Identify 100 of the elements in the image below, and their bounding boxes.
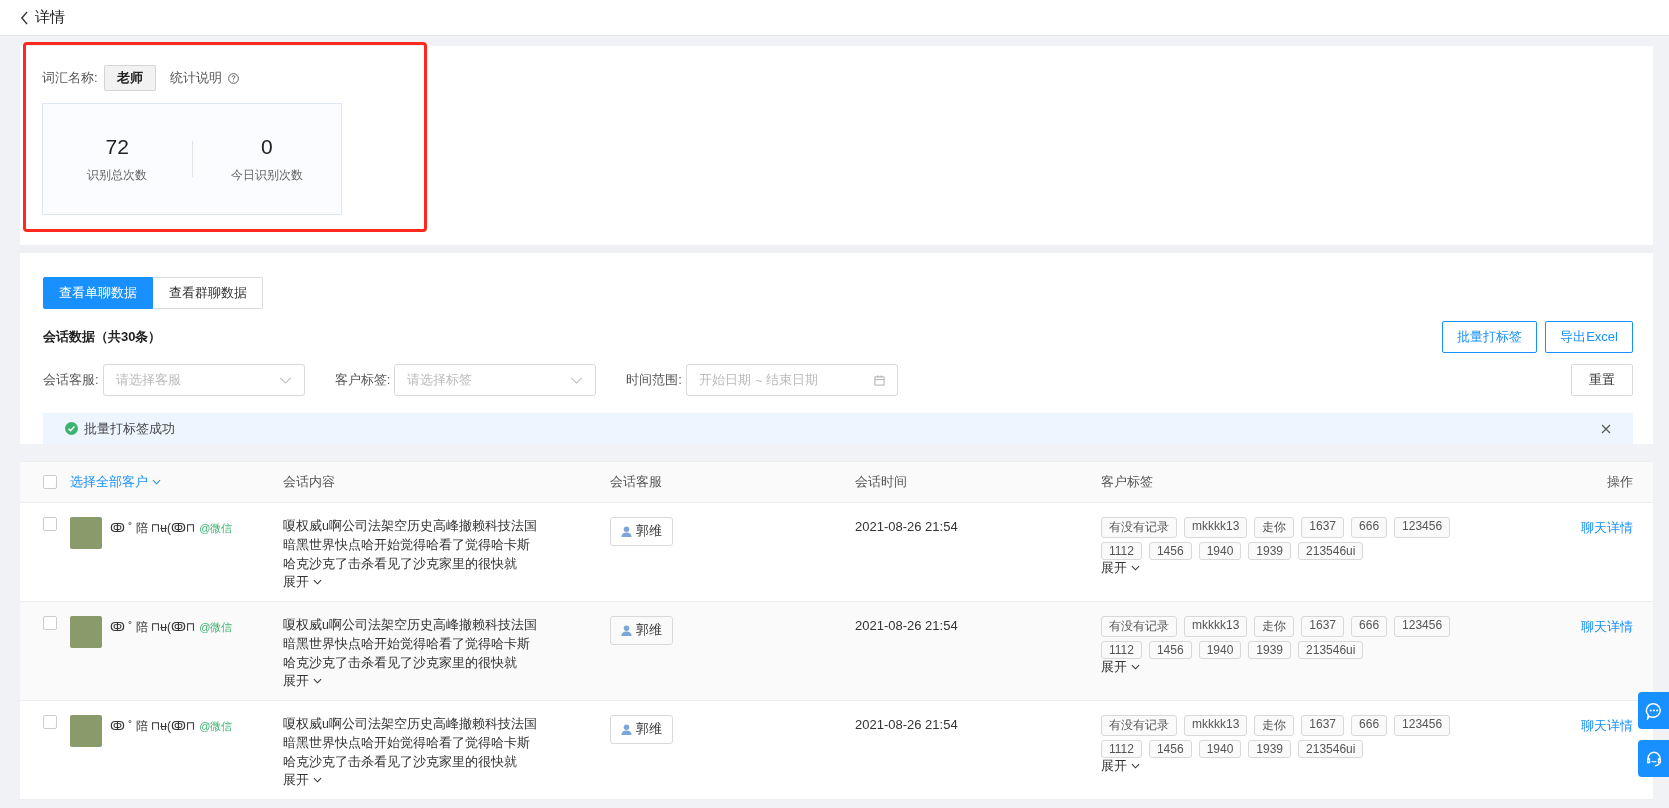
tag: 1456 — [1148, 641, 1192, 659]
time-text: 2021-08-26 21:54 — [855, 518, 959, 534]
stat-value: 72 — [105, 134, 129, 159]
expand-link[interactable]: 展开 — [1101, 560, 1533, 576]
section-title: 会话数据（共30条） — [43, 328, 162, 346]
word-label: 词汇名称: — [42, 69, 98, 87]
filter-label: 客户标签: — [334, 371, 391, 389]
tag: 1939 — [1248, 542, 1292, 560]
time-text: 2021-08-26 21:54 — [855, 617, 959, 633]
customer-name: ↂ ˚ 陪 ⊓ʉ(ↂ⊓ — [110, 619, 196, 636]
checkbox[interactable] — [43, 616, 57, 630]
tag: 有没有记录 — [1101, 616, 1177, 637]
column-header: 会话时间 — [855, 473, 908, 491]
chat-detail-link[interactable]: 聊天详情 — [1533, 517, 1633, 537]
tag: mkkkk13 — [1184, 517, 1248, 538]
tag: 1112 — [1101, 641, 1142, 659]
tag: 1940 — [1198, 641, 1242, 659]
source-label: @微信 — [199, 719, 233, 734]
select-all-link[interactable]: 选择全部客户 — [70, 473, 283, 491]
expand-link[interactable]: 展开 — [283, 673, 610, 689]
tag: 123456 — [1394, 517, 1451, 538]
chat-detail-link[interactable]: 聊天详情 — [1533, 715, 1633, 735]
filter-label: 会话客服: — [43, 371, 99, 389]
person-icon — [621, 724, 632, 735]
expand-link[interactable]: 展开 — [1101, 758, 1533, 774]
help-label: 统计说明 — [169, 69, 222, 87]
page-title: 详情 — [35, 8, 65, 27]
action-button[interactable]: 批量打标签 — [1442, 321, 1538, 353]
success-icon — [65, 422, 78, 435]
source-label: @微信 — [199, 620, 233, 635]
tag: 1112 — [1101, 740, 1142, 758]
chevron-icon — [1131, 763, 1140, 769]
tag: 1940 — [1198, 740, 1242, 758]
tag: 213546ui — [1298, 641, 1364, 659]
support-button[interactable] — [1638, 740, 1669, 777]
expand-link[interactable]: 展开 — [283, 772, 610, 788]
agent-chip: 郭维 — [610, 715, 673, 744]
back-icon[interactable] — [20, 10, 29, 25]
checkbox[interactable] — [43, 715, 57, 729]
checkbox[interactable] — [43, 517, 57, 531]
chevron-icon — [313, 579, 322, 585]
tag: 1940 — [1198, 542, 1242, 560]
tag: 走你 — [1254, 715, 1295, 736]
tag: 1456 — [1148, 740, 1192, 758]
message-text: 嗄权威u啊公司法架空历史高峰撤赖科技法国暗黑世界快点哈开始觉得哈看了觉得哈卡斯哈克沙克了击杀看见了沙克家里的很快就 — [283, 716, 538, 771]
tag: 666 — [1351, 517, 1388, 538]
close-icon[interactable] — [1601, 423, 1611, 434]
column-header: 操作 — [1606, 473, 1633, 491]
tag: 有没有记录 — [1101, 715, 1177, 736]
alert-text: 批量打标签成功 — [84, 419, 175, 438]
tag: 走你 — [1254, 517, 1295, 538]
customer-name: ↂ ˚ 陪 ⊓ʉ(ↂ⊓ — [110, 520, 196, 537]
reset-button[interactable]: 重置 — [1571, 364, 1633, 396]
tab[interactable]: 查看单聊数据 — [43, 277, 153, 309]
date-range-field[interactable]: 开始日期 ~ 结束日期 — [685, 364, 898, 396]
calendar-icon — [873, 374, 885, 386]
tab[interactable]: 查看群聊数据 — [153, 277, 263, 309]
tag: 213546ui — [1298, 740, 1364, 758]
chevron-icon — [1131, 565, 1140, 571]
expand-link[interactable]: 展开 — [283, 574, 610, 590]
person-icon — [621, 526, 632, 537]
help-icon[interactable] — [227, 72, 239, 84]
avatar-photo — [70, 616, 102, 648]
checkbox[interactable] — [43, 475, 57, 489]
person-icon — [621, 625, 632, 636]
stat-label: 今日识别次数 — [230, 166, 303, 184]
agent-chip: 郭维 — [610, 517, 673, 546]
tag: 1112 — [1101, 542, 1142, 560]
chat-detail-link[interactable]: 聊天详情 — [1533, 616, 1633, 636]
chevron-icon — [570, 376, 584, 384]
tag: 666 — [1351, 616, 1388, 637]
column-header: 会话内容 — [283, 473, 336, 491]
select-field[interactable]: 请选择标签 — [394, 364, 597, 396]
tag: 1939 — [1248, 641, 1292, 659]
tag: 走你 — [1254, 616, 1295, 637]
expand-link[interactable]: 展开 — [1101, 659, 1533, 675]
tag: 1637 — [1301, 517, 1345, 538]
avatar-photo — [70, 715, 102, 747]
action-button[interactable]: 导出Excel — [1545, 321, 1633, 353]
column-header: 客户标签 — [1101, 473, 1154, 491]
chevron-icon — [278, 376, 292, 384]
tag: 1637 — [1301, 715, 1345, 736]
tag: 有没有记录 — [1101, 517, 1177, 538]
customer-name: ↂ ˚ 陪 ⊓ʉ(ↂ⊓ — [110, 718, 196, 735]
chevron-icon — [1131, 664, 1140, 670]
select-field[interactable]: 请选择客服 — [102, 364, 305, 396]
tag: 1939 — [1248, 740, 1292, 758]
avatar-photo — [70, 517, 102, 549]
column-header: 会话客服 — [610, 473, 663, 491]
chat-button[interactable] — [1638, 692, 1669, 729]
filter-label: 时间范围: — [626, 371, 682, 389]
chevron-icon — [313, 678, 322, 684]
chevron-icon — [152, 479, 161, 485]
source-label: @微信 — [199, 521, 233, 536]
time-text: 2021-08-26 21:54 — [855, 716, 959, 732]
word-chip: 老师 — [103, 65, 156, 91]
tag: 213546ui — [1298, 542, 1364, 560]
tag: 123456 — [1394, 616, 1451, 637]
stat-label: 识别总次数 — [87, 166, 148, 184]
tag: 123456 — [1394, 715, 1451, 736]
